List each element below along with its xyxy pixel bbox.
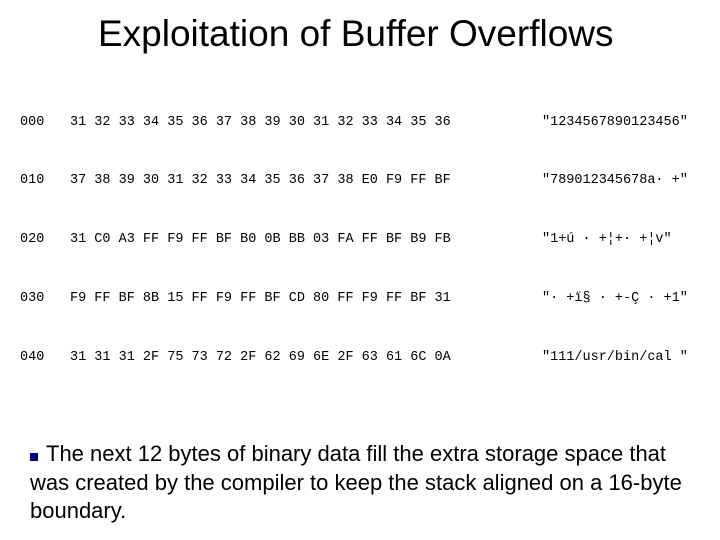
hex-dump: 00031 32 33 34 35 36 37 38 39 30 31 32 3… [20,74,700,407]
hex-bytes: F9 FF BF 8B 15 FF F9 FF BF CD 80 FF F9 F… [70,289,542,309]
hex-offset: 000 [20,113,70,133]
hex-row: 00031 32 33 34 35 36 37 38 39 30 31 32 3… [20,113,700,133]
hex-ascii: "1234567890123456" [542,113,688,133]
hex-row: 030F9 FF BF 8B 15 FF F9 FF BF CD 80 FF F… [20,289,700,309]
hex-ascii: "789012345678a· +" [542,171,688,191]
hex-bytes: 37 38 39 30 31 32 33 34 35 36 37 38 E0 F… [70,171,542,191]
slide-title: Exploitation of Buffer Overflows [98,12,700,56]
hex-offset: 040 [20,348,70,368]
hex-ascii: "111/usr/bin/cal " [542,348,688,368]
body-paragraph: The next 12 bytes of binary data fill th… [30,440,690,526]
hex-offset: 010 [20,171,70,191]
body-text: The next 12 bytes of binary data fill th… [30,441,682,523]
hex-row: 02031 C0 A3 FF F9 FF BF B0 0B BB 03 FA F… [20,230,700,250]
hex-bytes: 31 32 33 34 35 36 37 38 39 30 31 32 33 3… [70,113,542,133]
hex-offset: 020 [20,230,70,250]
hex-row: 04031 31 31 2F 75 73 72 2F 62 69 6E 2F 6… [20,348,700,368]
hex-bytes: 31 C0 A3 FF F9 FF BF B0 0B BB 03 FA FF B… [70,230,542,250]
bullet-icon [30,453,38,461]
hex-offset: 030 [20,289,70,309]
slide: Exploitation of Buffer Overflows 00031 3… [0,0,720,540]
hex-bytes: 31 31 31 2F 75 73 72 2F 62 69 6E 2F 63 6… [70,348,542,368]
hex-row: 01037 38 39 30 31 32 33 34 35 36 37 38 E… [20,171,700,191]
hex-ascii: "· +ï§ · +-Ç · +1" [542,289,688,309]
hex-ascii: "1+ú · +¦+· +¦v" [542,230,672,250]
